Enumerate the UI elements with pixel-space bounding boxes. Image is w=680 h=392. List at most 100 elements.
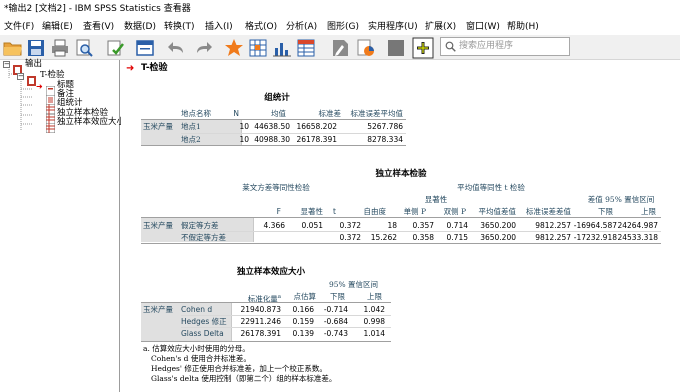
ind-row1-lower: -16964.587 [573, 221, 617, 230]
es-row3-label: Glass Delta [181, 329, 224, 338]
ind-row2-mean-diff: 3650.200 [480, 233, 516, 242]
ind-row1-se-diff: 9812.257 [535, 221, 571, 230]
es-footnote-glass: Glass's delta 使用控制（即第二个）组的样本标准差。 [151, 374, 337, 383]
gs-row1-n: 10 [239, 122, 249, 131]
open-folder-icon[interactable] [3, 38, 23, 58]
es-row1-label: Cohen d [181, 305, 213, 314]
menu-analyze[interactable]: 分析(A) [286, 19, 317, 35]
current-item-arrow-icon: ➜ [36, 82, 43, 91]
insert-title-icon[interactable] [412, 37, 434, 59]
ind-row2-upper: 24533.318 [617, 233, 658, 242]
ind-row-rule [181, 231, 661, 232]
collapse-ttest-toggle[interactable]: − [17, 73, 24, 80]
es-row-rule-2 [181, 327, 391, 328]
collapse-output-toggle[interactable]: − [3, 61, 10, 68]
nav-item-output[interactable]: 输出 [25, 59, 42, 70]
redo-icon[interactable] [193, 38, 213, 58]
ind-row2-one-sided: 0.358 [412, 233, 434, 242]
ind-row1-f: 4.366 [263, 221, 285, 230]
gs-row2-se: 8278.334 [367, 135, 403, 144]
print-icon[interactable] [50, 38, 70, 58]
menu-file[interactable]: 文件(F) [4, 19, 34, 35]
menu-window[interactable]: 窗口(W) [466, 19, 500, 35]
ind-sig-group: 显著性 [424, 195, 448, 204]
ind-ci-group: 差值 95% 置信区间 [587, 195, 655, 204]
ind-header-one-sided: 单侧 P [403, 207, 426, 216]
gs-header-n: N [233, 109, 239, 118]
ind-ttest-group: 平均值等同性 t 检验 [457, 183, 525, 192]
ind-row2-se-diff: 9812.257 [535, 233, 571, 242]
ind-row2-df: 15.262 [370, 233, 397, 242]
menu-edit[interactable]: 编辑(E) [42, 19, 73, 35]
ind-row2-label: 不假定等方差 [181, 233, 226, 242]
current-heading-arrow-icon: ➜ [126, 63, 135, 74]
ind-levene-group: 莱文方差等同性检验 [242, 183, 310, 192]
menu-graphs[interactable]: 图形(G) [327, 19, 359, 35]
select-cases-icon[interactable] [386, 38, 406, 58]
output-content-pane: ➜ T-检验 组统计 地点名称 N 均值 标准差 标准误差平均值 玉米产量 地点… [121, 60, 680, 392]
recall-dialog-icon[interactable] [135, 38, 155, 58]
menu-transform[interactable]: 转换(T) [164, 19, 195, 35]
group-stats-title: 组统计 [264, 93, 290, 103]
search-input[interactable]: 搜索应用程序 [440, 37, 570, 56]
designate-icon[interactable] [330, 38, 350, 58]
nav-item-effect-size[interactable]: 独立样本效应大小 [57, 117, 125, 128]
es-row3-point: 0.139 [292, 329, 314, 338]
es-header-point: 点估算 [293, 292, 317, 301]
gs-row-rule [181, 133, 406, 134]
menu-data[interactable]: 数据(D) [124, 19, 156, 35]
es-bottom-rule [141, 341, 391, 342]
ind-header-lower: 下限 [598, 207, 613, 216]
es-row1-point: 0.166 [292, 305, 314, 314]
menu-utilities[interactable]: 实用程序(U) [368, 19, 418, 35]
group-stats-item-icon [45, 99, 56, 115]
menu-format[interactable]: 格式(O) [245, 19, 277, 35]
es-header-lower: 下限 [330, 292, 345, 301]
menu-bar: 文件(F) 编辑(E) 查看(V) 数据(D) 转换(T) 插入(I) 格式(O… [0, 19, 680, 35]
es-row3-lower: -0.743 [323, 329, 348, 338]
goto-data-icon[interactable] [224, 38, 244, 58]
ind-row1-df: 18 [387, 221, 397, 230]
save-icon[interactable] [26, 38, 46, 58]
ind-header-f: F [276, 207, 281, 216]
ind-test-title: 独立样本检验 [375, 169, 427, 179]
ind-row1-one-sided: 0.357 [412, 221, 434, 230]
print-preview-icon[interactable] [74, 38, 94, 58]
es-footnote-hedges: Hedges' 修正使用合并标准差，加上一个校正系数。 [151, 364, 327, 373]
gs-header-mean: 均值 [271, 109, 286, 118]
gs-row2-location: 地点2 [181, 135, 201, 144]
ind-row1-two-sided: 0.714 [446, 221, 468, 230]
es-ci-group: 95% 置信区间 [328, 280, 379, 289]
es-row2-std: 22911.246 [240, 317, 281, 326]
es-row2-point: 0.159 [292, 317, 314, 326]
ind-header-two-sided: 双侧 P [443, 207, 466, 216]
gs-bottom-rule [141, 145, 406, 146]
gs-row2-sd: 26178.391 [296, 135, 337, 144]
ind-bottom-rule [141, 243, 661, 244]
output-icon[interactable] [296, 38, 316, 58]
menu-extensions[interactable]: 扩展(X) [425, 19, 456, 35]
menu-help[interactable]: 帮助(H) [507, 19, 539, 35]
toolbar [0, 35, 680, 60]
menu-view[interactable]: 查看(V) [83, 19, 114, 35]
effect-size-title: 独立样本效应大小 [236, 267, 305, 277]
es-row1-std: 21940.873 [240, 305, 281, 314]
title-bar: *输出2 [文档2] - IBM SPSS Statistics 查看器 [0, 0, 680, 19]
goto-variable-icon[interactable] [248, 38, 268, 58]
ind-header-df: 自由度 [363, 207, 387, 216]
gs-header-sd: 标准差 [318, 109, 342, 118]
output-heading: T-检验 [141, 63, 168, 73]
undo-icon[interactable] [167, 38, 187, 58]
ind-row1-mean-diff: 3650.200 [480, 221, 516, 230]
es-row2-label: Hedges 修正 [181, 317, 227, 326]
es-row3-upper: 1.014 [363, 329, 385, 338]
ind-header-se-diff: 标准误差差值 [526, 207, 571, 216]
window-title: *输出2 [文档2] - IBM SPSS Statistics 查看器 [4, 4, 191, 14]
chart-icon[interactable] [356, 38, 376, 58]
export-icon[interactable] [105, 38, 125, 58]
menu-insert[interactable]: 插入(I) [205, 19, 233, 35]
variables-icon[interactable] [272, 38, 292, 58]
ind-row2-two-sided: 0.715 [446, 233, 468, 242]
output-book-icon [13, 60, 22, 75]
spss-viewer-window: *输出2 [文档2] - IBM SPSS Statistics 查看器 文件(… [0, 0, 680, 392]
